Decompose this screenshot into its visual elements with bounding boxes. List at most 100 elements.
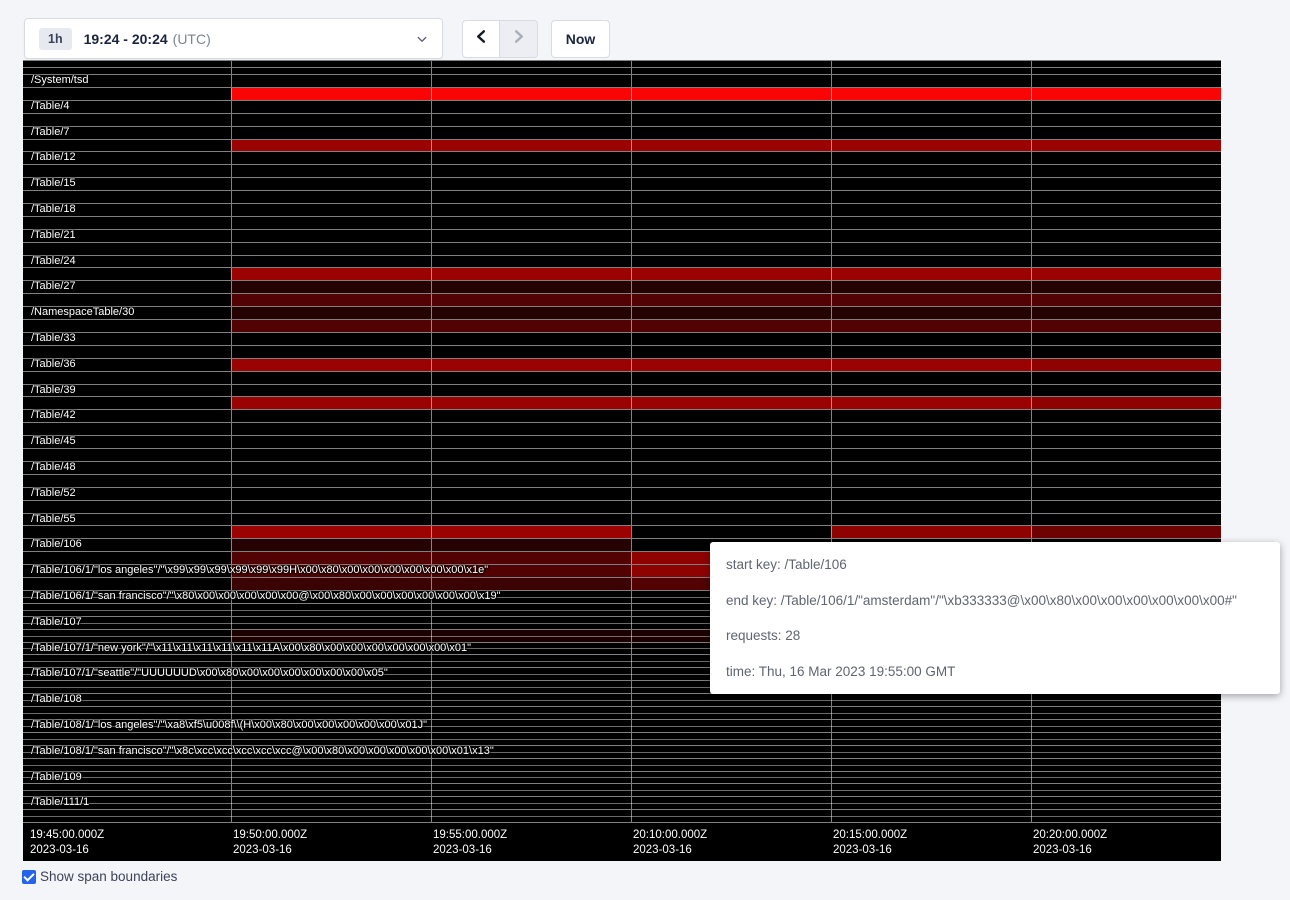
- heatmap-cell[interactable]: [231, 217, 431, 229]
- heatmap-cell[interactable]: [231, 268, 431, 280]
- heatmap-cell[interactable]: [23, 707, 231, 719]
- heatmap-cell[interactable]: [631, 75, 831, 87]
- heatmap-cell[interactable]: [231, 127, 431, 139]
- heatmap-cell[interactable]: [1031, 88, 1221, 100]
- heatmap-cell[interactable]: [431, 707, 631, 719]
- heatmap-cell[interactable]: [23, 114, 231, 126]
- heatmap-cell[interactable]: [831, 720, 1031, 732]
- heatmap-cell[interactable]: [431, 681, 631, 693]
- heatmap-cell[interactable]: [431, 488, 631, 500]
- heatmap-cell[interactable]: [231, 114, 431, 126]
- heatmap-cell[interactable]: [431, 514, 631, 526]
- heatmap-cell[interactable]: [23, 320, 231, 332]
- heatmap-cell[interactable]: [431, 784, 631, 796]
- heatmap-cell[interactable]: [1031, 449, 1221, 461]
- heatmap-cell[interactable]: [431, 359, 631, 371]
- heatmap-cell[interactable]: [431, 539, 631, 551]
- heatmap-cell[interactable]: [231, 784, 431, 796]
- heatmap-cell[interactable]: [431, 385, 631, 397]
- heatmap-cell[interactable]: [23, 217, 231, 229]
- heatmap-cell[interactable]: [431, 333, 631, 345]
- heatmap-cell[interactable]: [1031, 772, 1221, 784]
- heatmap-cell[interactable]: [631, 268, 831, 280]
- heatmap-cell[interactable]: [831, 346, 1031, 358]
- heatmap-cell[interactable]: [431, 810, 631, 822]
- heatmap-cell[interactable]: [1031, 501, 1221, 513]
- heatmap-cell[interactable]: [231, 397, 431, 409]
- heatmap-cell[interactable]: [431, 630, 631, 642]
- heatmap-cell[interactable]: [231, 526, 431, 538]
- heatmap-cell[interactable]: [23, 88, 231, 100]
- heatmap-cell[interactable]: [831, 397, 1031, 409]
- heatmap-cell[interactable]: [231, 681, 431, 693]
- heatmap-cell[interactable]: [831, 488, 1031, 500]
- heatmap-cell[interactable]: [831, 140, 1031, 152]
- heatmap-cell[interactable]: [831, 191, 1031, 203]
- heatmap-cell[interactable]: [231, 539, 431, 551]
- heatmap-cell[interactable]: [1031, 759, 1221, 771]
- heatmap-cell[interactable]: [1031, 423, 1221, 435]
- heatmap-cell[interactable]: [23, 784, 231, 796]
- heatmap-cell[interactable]: [631, 720, 831, 732]
- heatmap-cell[interactable]: [1031, 359, 1221, 371]
- heatmap-cell[interactable]: [431, 578, 631, 590]
- heatmap-cell[interactable]: [631, 772, 831, 784]
- heatmap-cell[interactable]: [431, 320, 631, 332]
- heatmap-cell[interactable]: [1031, 217, 1221, 229]
- heatmap-cell[interactable]: [831, 436, 1031, 448]
- heatmap-cell[interactable]: [831, 268, 1031, 280]
- heatmap-cell[interactable]: [231, 256, 431, 268]
- heatmap-cell[interactable]: [631, 526, 831, 538]
- heatmap-cell[interactable]: [231, 101, 431, 113]
- heatmap-cell[interactable]: [631, 140, 831, 152]
- heatmap-cell[interactable]: [231, 552, 431, 564]
- heatmap-cell[interactable]: [1031, 256, 1221, 268]
- heatmap-cell[interactable]: [231, 423, 431, 435]
- heatmap-cell[interactable]: [23, 397, 231, 409]
- show-span-boundaries-checkbox[interactable]: [22, 870, 36, 884]
- heatmap-cell[interactable]: [431, 772, 631, 784]
- heatmap-cell[interactable]: [431, 436, 631, 448]
- heatmap-cell[interactable]: [231, 346, 431, 358]
- heatmap-cell[interactable]: [831, 514, 1031, 526]
- heatmap-cell[interactable]: [231, 578, 431, 590]
- time-range-select[interactable]: 1h 19:24 - 20:24 (UTC): [24, 18, 443, 59]
- heatmap-cell[interactable]: [23, 604, 231, 616]
- heatmap-cell[interactable]: [831, 372, 1031, 384]
- heatmap-cell[interactable]: [1031, 514, 1221, 526]
- heatmap-cell[interactable]: [631, 178, 831, 190]
- heatmap-cell[interactable]: [1031, 385, 1221, 397]
- heatmap-cell[interactable]: [831, 243, 1031, 255]
- heatmap-cell[interactable]: [631, 707, 831, 719]
- heatmap-cell[interactable]: [1031, 475, 1221, 487]
- heatmap-cell[interactable]: [1031, 127, 1221, 139]
- heatmap-cell[interactable]: [831, 694, 1031, 706]
- heatmap-cell[interactable]: [1031, 230, 1221, 242]
- heatmap-cell[interactable]: [431, 617, 631, 629]
- heatmap-cell[interactable]: [431, 604, 631, 616]
- heatmap-cell[interactable]: [631, 320, 831, 332]
- heatmap-cell[interactable]: [1031, 720, 1221, 732]
- heatmap-cell[interactable]: [831, 797, 1031, 809]
- heatmap-cell[interactable]: [631, 217, 831, 229]
- heatmap-cell[interactable]: [431, 178, 631, 190]
- heatmap-cell[interactable]: [631, 230, 831, 242]
- heatmap-cell[interactable]: [631, 475, 831, 487]
- heatmap-cell[interactable]: [431, 307, 631, 319]
- heatmap-cell[interactable]: [631, 436, 831, 448]
- next-time-button[interactable]: [500, 20, 538, 58]
- heatmap-cell[interactable]: [431, 243, 631, 255]
- heatmap-cell[interactable]: [23, 449, 231, 461]
- heatmap-cell[interactable]: [231, 655, 431, 667]
- heatmap-cell[interactable]: [23, 191, 231, 203]
- heatmap-cell[interactable]: [231, 178, 431, 190]
- heatmap-cell[interactable]: [231, 501, 431, 513]
- heatmap-cell[interactable]: [231, 230, 431, 242]
- heatmap-cell[interactable]: [1031, 372, 1221, 384]
- heatmap-cell[interactable]: [1031, 152, 1221, 164]
- heatmap-cell[interactable]: [23, 733, 231, 745]
- heatmap-cell[interactable]: [431, 449, 631, 461]
- heatmap-cell[interactable]: [831, 449, 1031, 461]
- heatmap-cell[interactable]: [631, 784, 831, 796]
- heatmap-cell[interactable]: [431, 759, 631, 771]
